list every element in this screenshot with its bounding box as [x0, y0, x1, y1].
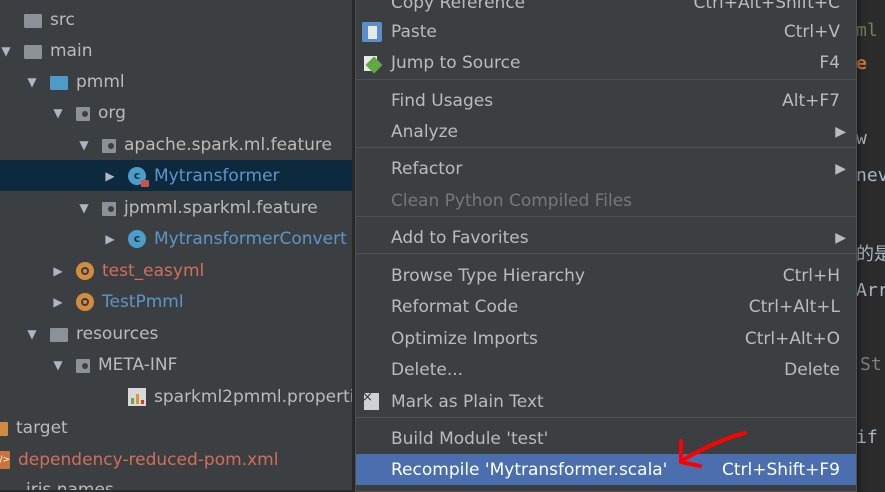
annotation-arrow-icon	[679, 431, 747, 468]
